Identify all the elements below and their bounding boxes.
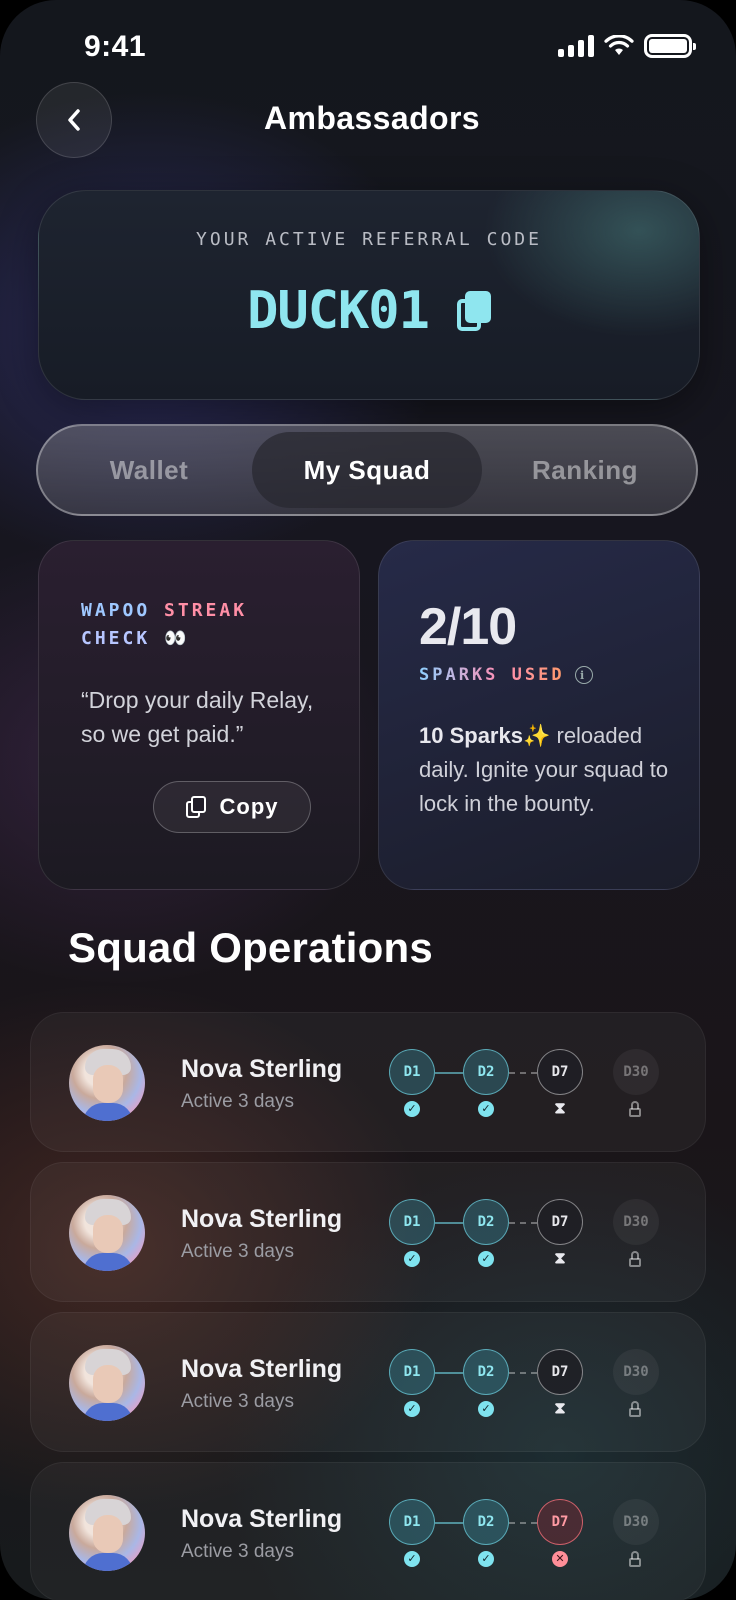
wifi-icon [604,35,634,55]
phone-screen: 9:41 Ambassadors YOUR ACTIVE REFERRAL CO… [0,0,736,1600]
eyes-emoji: 👀 [164,628,190,649]
segmented-tabs: Wallet My Squad Ranking [36,424,698,516]
streak-quote: “Drop your daily Relay, so we get paid.” [81,687,314,747]
milestone-node: D2 [463,1349,509,1395]
page-title-text: Ambassadors [263,100,481,136]
milestone-node: D30 [613,1199,659,1245]
sparkle-emoji: ✨ [522,723,551,748]
streak-title-word3: CHECK [81,628,151,649]
tab-my-squad[interactable]: My Squad [252,432,482,508]
pending-line [509,1072,537,1074]
member-status: Active 3 days [181,1091,294,1112]
info-icon[interactable]: i [574,666,593,684]
milestone-node: D1 [389,1349,435,1395]
copy-button-label: Copy [219,794,279,819]
check-icon: ✓ [478,1551,494,1567]
milestone-node: D1 [389,1199,435,1245]
milestone-track: D1 ✓ D2 ✓ D7 ✕ D30 [389,1487,679,1577]
streak-title-word2: STREAK [164,600,248,621]
hourglass-icon: ⧗ [554,1250,566,1267]
copy-code-icon[interactable] [456,291,491,331]
tab-wallet[interactable]: Wallet [46,432,252,508]
streak-title-word1: WAPOO [81,600,151,621]
battery-icon [644,34,696,58]
milestone-node: D2 [463,1199,509,1245]
milestone-track: D1 ✓ D2 ✓ D7 ⧗ D30 [389,1037,679,1127]
referral-code: DUCK01 [247,281,430,341]
check-icon: ✓ [404,1251,420,1267]
check-icon: ✓ [478,1101,494,1117]
avatar [69,1495,145,1571]
lock-icon [628,1101,642,1117]
sparks-label: SPARKS USED i [419,665,593,685]
milestone-track: D1 ✓ D2 ✓ D7 ⧗ D30 [389,1187,679,1277]
sparks-count: 2/10 [419,598,517,656]
progress-line [435,1372,463,1374]
referral-code-card: YOUR ACTIVE REFERRAL CODE DUCK01 [38,190,700,400]
check-icon: ✓ [478,1251,494,1267]
member-status: Active 3 days [181,1541,294,1562]
milestone-node: D30 [613,1049,659,1095]
avatar [69,1195,145,1271]
member-name: Nova Sterling [181,1055,343,1083]
check-icon: ✓ [404,1401,420,1417]
sparks-desc-bold: 10 Sparks [419,723,523,748]
milestone-node: D30 [613,1499,659,1545]
hourglass-icon: ⧗ [554,1400,566,1417]
operation-row[interactable]: Nova Sterling Active 3 days D1 ✓ D2 ✓ D7 ⧗ D30 [30,1312,706,1452]
milestone-track: D1 ✓ D2 ✓ D7 ⧗ D30 [389,1337,679,1427]
member-status: Active 3 days [181,1241,294,1262]
milestone-node: D1 [389,1049,435,1095]
lock-icon [628,1401,642,1417]
check-icon: ✓ [404,1551,420,1567]
status-time: 9:41 [84,30,147,63]
operation-row[interactable]: Nova Sterling Active 3 days D1 ✓ D2 ✓ D7 ⧗ D30 [30,1162,706,1302]
page-title: Ambassadors [0,100,736,137]
cellular-signal-icon [558,35,594,57]
milestone-node: D7 [537,1349,583,1395]
pending-line [509,1522,537,1524]
sparks-label-text: SPARKS USED [419,665,565,685]
lock-icon [628,1251,642,1267]
pending-line [509,1222,537,1224]
progress-line [435,1222,463,1224]
operation-row[interactable]: Nova Sterling Active 3 days D1 ✓ D2 ✓ D7 ✕ D30 [30,1462,706,1600]
member-name: Nova Sterling [181,1205,343,1233]
lock-icon [628,1551,642,1567]
tab-ranking[interactable]: Ranking [482,432,688,508]
sparks-description: 10 Sparks✨ reloaded daily. Ignite your s… [419,719,679,821]
milestone-node: D7 [537,1049,583,1095]
copy-icon [185,796,206,818]
member-name: Nova Sterling [181,1355,343,1383]
section-title: Squad Operations [68,924,433,971]
member-name: Nova Sterling [181,1505,343,1533]
sparks-card: 2/10 SPARKS USED i 10 Sparks✨ reloaded d… [378,540,700,890]
progress-line [435,1072,463,1074]
x-icon: ✕ [552,1551,568,1567]
milestone-node: D7 [537,1499,583,1545]
streak-check-card: WAPOO STREAK CHECK 👀 “Drop your daily Re… [38,540,360,890]
status-icons [558,34,696,58]
referral-code-row: DUCK01 [39,281,699,341]
hourglass-icon: ⧗ [554,1100,566,1117]
avatar [69,1045,145,1121]
milestone-node: D1 [389,1499,435,1545]
copy-quote-button[interactable]: Copy [153,781,311,833]
milestone-node: D2 [463,1499,509,1545]
progress-line [435,1522,463,1524]
avatar [69,1345,145,1421]
operation-row[interactable]: Nova Sterling Active 3 days D1 ✓ D2 ✓ D7 ⧗ D30 [30,1012,706,1152]
pending-line [509,1372,537,1374]
member-status: Active 3 days [181,1391,294,1412]
check-icon: ✓ [404,1101,420,1117]
referral-label: YOUR ACTIVE REFERRAL CODE [196,229,542,250]
milestone-node: D30 [613,1349,659,1395]
status-bar: 9:41 [0,0,736,96]
check-icon: ✓ [478,1401,494,1417]
milestone-node: D2 [463,1049,509,1095]
milestone-node: D7 [537,1199,583,1245]
streak-title: WAPOO STREAK CHECK 👀 [81,597,321,653]
